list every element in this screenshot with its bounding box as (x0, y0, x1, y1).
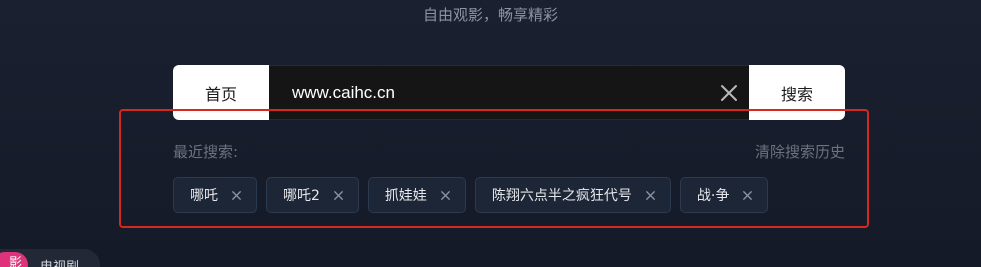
history-tag-label: 抓娃娃 (384, 188, 427, 204)
tagline: 自由观影，畅享精彩 (422, 6, 558, 24)
remove-tag-icon[interactable] (645, 190, 656, 201)
recent-search-label: 最近搜索: (173, 143, 239, 161)
remove-tag-icon[interactable] (440, 190, 451, 201)
remove-tag-icon[interactable] (231, 190, 242, 201)
history-tag-label: 陈翔六点半之疯狂代号 (491, 188, 632, 204)
history-tag[interactable]: 哪吒 (173, 177, 257, 213)
history-tags: 哪吒 哪吒2 抓娃娃 陈翔六点半之疯狂代号 战·争 (173, 177, 769, 213)
history-tag-label: 哪吒 (190, 188, 218, 204)
remove-tag-icon[interactable] (742, 190, 753, 201)
history-tag-label: 哪吒2 (283, 188, 320, 204)
clear-history-button[interactable]: 清除搜索历史 (755, 141, 845, 162)
history-tag[interactable]: 陈翔六点半之疯狂代号 (474, 177, 671, 213)
close-icon[interactable] (719, 83, 739, 103)
history-tag[interactable]: 抓娃娃 (367, 177, 466, 213)
page: 自由观影，畅享精彩 首页 搜索 最近搜索: 清除搜索历史 哪吒 哪吒2 (0, 0, 981, 267)
nav-item-tv[interactable]: 电视剧 (40, 256, 79, 267)
history-tag-label: 战·争 (696, 188, 730, 204)
remove-tag-icon[interactable] (333, 190, 344, 201)
history-tag[interactable]: 哪吒2 (266, 177, 359, 213)
history-tag[interactable]: 战·争 (679, 177, 769, 213)
